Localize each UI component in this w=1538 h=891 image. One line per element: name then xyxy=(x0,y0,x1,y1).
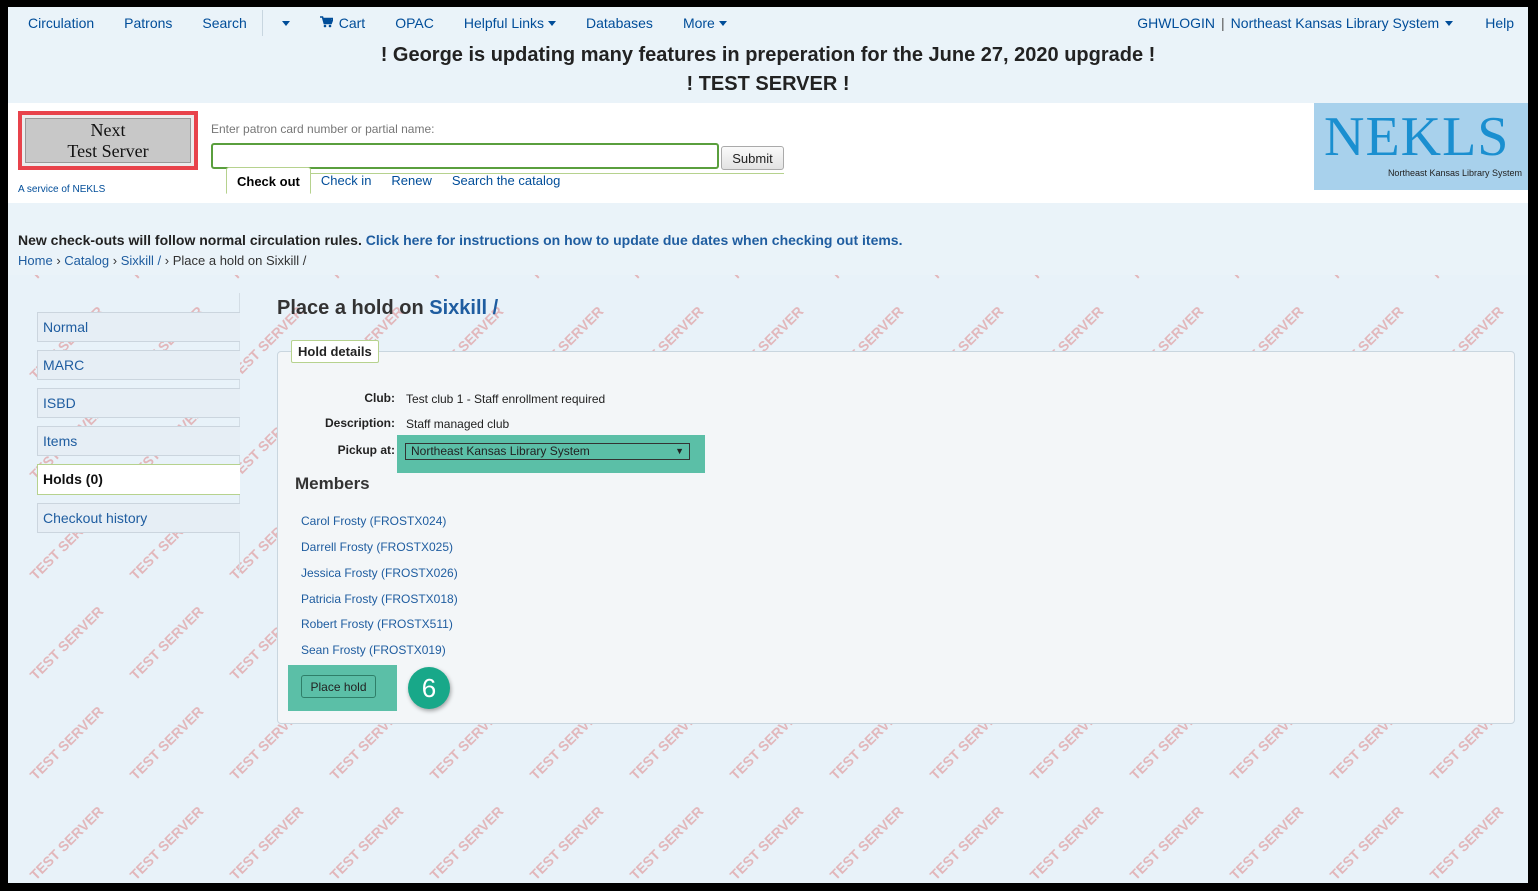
banner-line-2: ! TEST SERVER ! xyxy=(686,73,850,95)
nav-helpful-links[interactable]: Helpful Links xyxy=(449,7,571,39)
page-title-record-link[interactable]: Sixkill / xyxy=(429,297,498,319)
nav-pipe: | xyxy=(1221,15,1225,31)
header-bar: Next Test Server A service of NEKLS Ente… xyxy=(8,103,1528,203)
app-window: TEST SERVERTEST SERVERTEST SERVERTEST SE… xyxy=(8,7,1528,883)
nav-databases[interactable]: Databases xyxy=(571,7,668,39)
menu-holds[interactable]: Holds (0) xyxy=(37,464,240,495)
club-label: Club: xyxy=(364,391,395,405)
chevron-down-icon xyxy=(281,20,290,26)
nav-helpful-links-label: Helpful Links xyxy=(463,15,544,31)
cart-icon xyxy=(319,15,334,31)
tab-check-out[interactable]: Check out xyxy=(226,167,311,194)
menu-checkout-history[interactable]: Checkout history xyxy=(37,503,240,533)
place-hold-button[interactable]: Place hold xyxy=(301,675,376,698)
chevron-down-icon xyxy=(548,20,556,26)
tab-renew[interactable]: Renew xyxy=(381,167,441,194)
submit-button[interactable]: Submit xyxy=(721,146,784,170)
record-menu: Normal MARC ISBD Items Holds (0) Checkou… xyxy=(37,312,240,541)
breadcrumb-catalog[interactable]: Catalog xyxy=(64,253,109,268)
member-link[interactable]: Darrell Frosty (FROSTX025) xyxy=(301,540,453,554)
nav-opac[interactable]: OPAC xyxy=(380,7,449,39)
chevron-down-icon xyxy=(1445,20,1454,26)
breadcrumb-separator: › xyxy=(164,253,170,268)
top-navbar-right: GHWLOGIN | Northeast Kansas Library Syst… xyxy=(1137,7,1528,39)
nav-more-label: More xyxy=(682,15,715,31)
tab-search-catalog[interactable]: Search the catalog xyxy=(442,167,570,194)
circulation-tabs: Check out Check in Renew Search the cata… xyxy=(226,167,570,194)
description-label: Description: xyxy=(324,416,395,430)
breadcrumb-separator: › xyxy=(112,253,118,268)
member-link[interactable]: Carol Frosty (FROSTX024) xyxy=(301,514,446,528)
circulation-notice: New check-outs will follow normal circul… xyxy=(18,232,903,248)
club-value: Test club 1 - Staff enrollment required xyxy=(406,392,606,406)
chevron-down-icon xyxy=(718,20,727,26)
nekls-logo-subtitle: Northeast Kansas Library System xyxy=(1387,168,1522,178)
member-link[interactable]: Jessica Frosty (FROSTX026) xyxy=(301,566,458,580)
nav-patrons[interactable]: Patrons xyxy=(109,7,187,39)
breadcrumb-separator: › xyxy=(56,253,61,268)
next-test-server-logo[interactable]: Next Test Server xyxy=(18,111,198,170)
next-test-server-line-2: Test Server xyxy=(67,140,149,161)
breadcrumb-record[interactable]: Sixkill / xyxy=(121,253,161,268)
menu-items[interactable]: Items xyxy=(37,426,240,456)
members-heading: Members xyxy=(295,474,370,493)
help-link[interactable]: Help xyxy=(1453,15,1528,31)
nekls-logo[interactable]: NEKLS Northeast Kansas Library System xyxy=(1314,103,1528,190)
nav-circulation[interactable]: Circulation xyxy=(8,7,109,39)
nav-cart-label: Cart xyxy=(338,15,366,31)
nekls-logo-text: NEKLS xyxy=(1324,106,1510,168)
tab-check-in[interactable]: Check in xyxy=(311,167,382,194)
pickup-location-select[interactable]: Northeast Kansas Library System ▼ xyxy=(405,443,690,460)
patron-search-input[interactable] xyxy=(211,143,719,169)
pickup-label: Pickup at: xyxy=(337,443,395,457)
breadcrumb-current: Place a hold on Sixkill / xyxy=(172,253,307,268)
nav-cart[interactable]: Cart xyxy=(305,7,380,39)
description-value: Staff managed club xyxy=(406,417,510,431)
next-test-server-line-1: Next xyxy=(90,119,126,140)
library-selector-label: Northeast Kansas Library System xyxy=(1230,15,1440,31)
hold-details-legend: Hold details xyxy=(291,340,379,363)
member-link[interactable]: Robert Frosty (FROSTX511) xyxy=(301,617,453,631)
menu-normal[interactable]: Normal xyxy=(37,312,240,342)
menu-marc[interactable]: MARC xyxy=(37,350,240,380)
library-selector[interactable]: Northeast Kansas Library System xyxy=(1231,15,1454,31)
notice-text: New check-outs will follow normal circul… xyxy=(18,232,366,248)
hold-details-fieldset xyxy=(277,351,1515,724)
step-number-badge: 6 xyxy=(408,667,450,709)
nav-more[interactable]: More xyxy=(668,7,742,39)
nav-search-dropdown[interactable] xyxy=(263,7,305,39)
pickup-selected-value: Northeast Kansas Library System xyxy=(411,444,590,458)
patron-search-label: Enter patron card number or partial name… xyxy=(211,122,435,136)
member-link[interactable]: Sean Frosty (FROSTX019) xyxy=(301,643,446,657)
dropdown-arrow-icon: ▼ xyxy=(675,446,684,456)
next-test-server-face: Next Test Server xyxy=(25,118,191,163)
breadcrumb-home[interactable]: Home xyxy=(18,253,53,268)
logged-in-user[interactable]: GHWLOGIN xyxy=(1137,15,1215,31)
page-title-prefix: Place a hold on xyxy=(277,297,430,319)
page-title: Place a hold on Sixkill / xyxy=(277,297,498,320)
member-link[interactable]: Patricia Frosty (FROSTX018) xyxy=(301,592,458,606)
menu-isbd[interactable]: ISBD xyxy=(37,388,240,418)
banner-line-1: ! George is updating many features in pr… xyxy=(380,44,1156,66)
breadcrumb: Home › Catalog › Sixkill / › Place a hol… xyxy=(18,253,306,268)
nav-search[interactable]: Search xyxy=(187,7,261,39)
notice-instructions-link[interactable]: Click here for instructions on how to up… xyxy=(366,232,903,248)
service-of-nekls-link[interactable]: A service of NEKLS xyxy=(18,184,105,195)
announcement-banner: ! George is updating many features in pr… xyxy=(8,41,1528,99)
